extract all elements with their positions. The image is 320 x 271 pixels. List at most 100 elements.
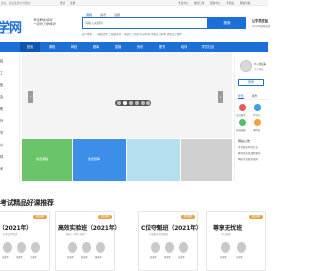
category-item[interactable]: 考: [0, 166, 3, 171]
teacher-avatar: [179, 242, 188, 253]
user-panel-tabs: 学员 服务: [236, 93, 268, 100]
topbar-link-student-center[interactable]: 学员中心: [178, 1, 188, 5]
hotline-label: 24小时客服热线: [252, 25, 271, 28]
category-item[interactable]: 职: [0, 106, 3, 111]
search-input[interactable]: [83, 18, 207, 28]
carousel-dot[interactable]: [117, 101, 121, 105]
category-item[interactable]: 财: [0, 154, 3, 159]
category-item[interactable]: 外: [0, 118, 3, 123]
nav-item-training[interactable]: 培训: [174, 42, 194, 52]
promo-thumb-free-questions[interactable]: 免费题库: [73, 139, 126, 181]
course-title[interactable]: C位夺魁班（2021年）: [141, 223, 202, 232]
section-title: 考试精品好课推荐: [0, 199, 54, 207]
online-qa-icon[interactable]: [239, 119, 246, 126]
nav-item-courses[interactable]: 课程: [42, 42, 62, 52]
topbar-link-register[interactable]: 注册: [70, 1, 75, 5]
notice-item[interactable]: 教材变化及课程更新: [238, 151, 261, 155]
member-service-label: 会员服务: [236, 114, 246, 117]
promo-thumb-free-courses[interactable]: 免费课程: [22, 139, 72, 181]
tab-service[interactable]: 服务: [252, 94, 258, 98]
topbar-link-help[interactable]: 帮助中心: [210, 1, 220, 5]
category-item[interactable]: 医: [0, 82, 3, 87]
carousel-next-arrow[interactable]: ›: [218, 91, 223, 103]
course-card[interactable]: 精品课程 C位夺魁班（2021年） 专属服务全程跟踪 赵老师 周老师 吴老师: [138, 211, 202, 271]
teacher-name: 周老师: [164, 256, 171, 259]
course-card[interactable]: 精品课程 班（2021年） 名师全程精讲 张老师 李老师 王老师: [0, 211, 50, 271]
teacher-name: 吴老师: [178, 256, 185, 259]
category-item[interactable]: 会: [0, 94, 3, 99]
notice-item[interactable]: 网校学员服务指南: [238, 157, 258, 161]
category-item[interactable]: 学: [0, 130, 3, 135]
teacher-name: 李老师: [16, 256, 23, 259]
hot-search-words[interactable]: 热门搜索： 一级建造师 二级建造师 一级造价工程师 执业药师 中级会计职称 初级…: [82, 32, 182, 36]
nav-item-live[interactable]: 直播: [108, 42, 128, 52]
category-item[interactable]: 工: [0, 70, 3, 75]
schedule-icon[interactable]: [254, 119, 261, 126]
nav-item-school[interactable]: 网校: [64, 42, 84, 52]
topbar-link-sitemap[interactable]: 网站导航: [240, 1, 250, 5]
slogan-line-2: 一切为了你成功: [33, 22, 56, 27]
promo-thumb-label: 免费题库: [88, 157, 101, 161]
nav-item-community[interactable]: 学员社区: [196, 42, 220, 52]
login-button[interactable]: 登录: [238, 79, 264, 86]
tab-student[interactable]: 学员: [238, 94, 244, 99]
welcome-text: 您好，欢迎来到中大网校！: [1, 2, 33, 5]
user-panel: [234, 55, 268, 181]
topbar-link-mobile[interactable]: 手机站: [226, 1, 234, 5]
category-item[interactable]: 建: [0, 58, 3, 63]
header-slogan-right: 让学员受益: [252, 19, 268, 23]
teacher-avatar: [237, 242, 246, 253]
teacher-avatar: [3, 242, 12, 253]
topbar-link-orders[interactable]: 我的订单: [194, 1, 204, 5]
avatar: [240, 60, 252, 72]
promo-thumb[interactable]: [181, 139, 232, 181]
course-desc: 精讲＋习题＋模考: [66, 233, 86, 236]
slogan: 专注职业培训 一切为了你成功: [33, 18, 55, 27]
course-badge: 精品课程: [249, 215, 263, 219]
course-title[interactable]: 高效实验班（2021年）: [58, 223, 121, 232]
notice-item[interactable]: 考试报名时间汇总: [238, 145, 258, 149]
course-card[interactable]: 精品课程 高效实验班（2021年） 精讲＋习题＋模考 刘老师 陈老师 杨老师: [55, 211, 121, 271]
schedule-label: 课程表: [253, 129, 261, 132]
topbar-link-login[interactable]: 登录: [60, 1, 65, 5]
banner-carousel[interactable]: ‹ ›: [22, 52, 232, 138]
teacher-avatar: [165, 242, 174, 253]
teacher-avatar: [221, 242, 230, 253]
online-qa-label: 在线答疑: [236, 129, 246, 132]
carousel-dot-active[interactable]: [123, 101, 127, 105]
carousel-dot[interactable]: [135, 101, 139, 105]
nav-item-news[interactable]: 资讯: [130, 42, 150, 52]
carousel-dot[interactable]: [141, 101, 145, 105]
greeting-sub: 中大网校: [254, 68, 264, 71]
teacher-name: 王老师: [30, 256, 37, 259]
search-box: [82, 17, 208, 29]
course-title[interactable]: 班（2021年）: [0, 223, 32, 232]
teacher-avatar: [82, 242, 91, 253]
teacher-avatar: [31, 242, 40, 253]
category-sidebar: 建 工 医 会 职 外 学 公 财 考: [0, 52, 20, 182]
member-service-icon[interactable]: [239, 104, 246, 111]
teacher-name: 孙老师: [220, 256, 227, 259]
course-card[interactable]: 精品课程 尊享无忧班 不过退费 孙老师 马老师: [206, 211, 266, 271]
site-logo-domain: sdk.com: [0, 31, 13, 35]
study-card-icon[interactable]: [254, 104, 261, 111]
carousel-dot[interactable]: [146, 101, 150, 105]
nav-item-question-bank[interactable]: 题库: [86, 42, 106, 52]
carousel-dot[interactable]: [129, 101, 133, 105]
teacher-name: 马老师: [236, 256, 243, 259]
teacher-avatar: [68, 242, 77, 253]
course-title[interactable]: 尊享无忧班: [213, 223, 242, 232]
teacher-name: 张老师: [2, 256, 9, 259]
promo-thumb[interactable]: [127, 139, 180, 181]
carousel-dots: [115, 100, 151, 106]
nav-item-books[interactable]: 图书: [152, 42, 172, 52]
teacher-avatar: [151, 242, 160, 253]
teacher-name: 陈老师: [81, 256, 88, 259]
carousel-prev-arrow[interactable]: ‹: [28, 91, 33, 103]
search-button[interactable]: 搜索: [208, 17, 246, 29]
category-item[interactable]: 公: [0, 142, 3, 147]
teacher-name: 杨老师: [95, 256, 102, 259]
greeting-text: Hi, 欢迎来: [254, 63, 267, 66]
nav-item-home[interactable]: 首页: [20, 42, 40, 52]
main-nav: 首页 课程 网校 题库 直播 资讯 图书 培训 学员社区: [0, 42, 268, 52]
